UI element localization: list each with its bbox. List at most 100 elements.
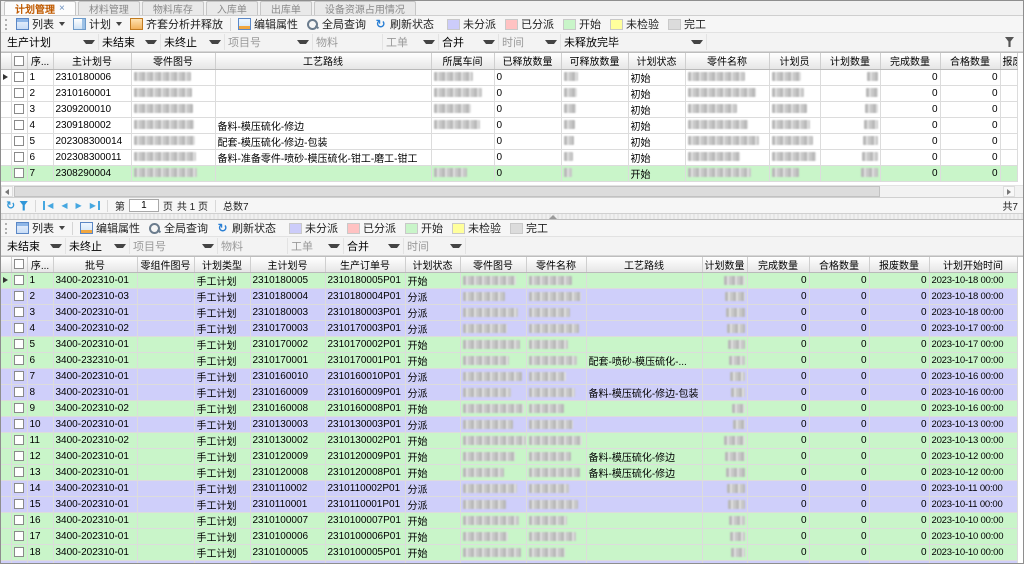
edit-button[interactable]: 编辑属性 (234, 16, 302, 32)
filter-combo-5[interactable]: 合并 (344, 238, 404, 254)
checkbox[interactable] (14, 88, 24, 98)
row-checkbox[interactable] (11, 101, 27, 117)
row-checkbox[interactable] (11, 117, 27, 133)
select-all-checkbox[interactable] (14, 259, 24, 269)
checkbox[interactable] (14, 387, 24, 397)
table-row[interactable]: 5202308300014配套-模压硫化-修边-包装0初始00 (1, 133, 1017, 149)
refresh-button[interactable]: 刷新状态 (212, 220, 280, 236)
table-row[interactable]: 173400-202310-01手工计划23101000062310100006… (1, 529, 1017, 545)
table-row[interactable]: 183400-202310-01手工计划23101000052310100005… (1, 545, 1017, 561)
column-header-11[interactable]: 完成数量 (747, 257, 809, 273)
table-row[interactable]: 133400-202310-01手工计划23101200082310120008… (1, 465, 1017, 481)
row-checkbox[interactable] (11, 69, 27, 85)
checkbox[interactable] (14, 72, 24, 82)
filter-combo-0[interactable]: 未结束 (4, 238, 66, 254)
pager-filter-icon[interactable] (19, 201, 28, 211)
select-all-header[interactable] (11, 257, 27, 273)
checkbox[interactable] (14, 275, 24, 285)
row-checkbox[interactable] (11, 305, 27, 321)
column-header-12[interactable]: 合格数量 (940, 53, 1000, 69)
table-row[interactable]: 143400-202310-01手工计划23101100022310110002… (1, 481, 1017, 497)
filter-combo-1[interactable]: 未终止 (66, 238, 130, 254)
table-row[interactable]: 23400-202310-03手工计划23101800042310180004P… (1, 289, 1017, 305)
column-header-7[interactable]: 计划状态 (628, 53, 685, 69)
row-checkbox[interactable] (11, 385, 27, 401)
checkbox[interactable] (14, 419, 24, 429)
checkbox[interactable] (14, 355, 24, 365)
table-row[interactable]: 193400-202310-01手工计划23100900022310090002… (1, 561, 1017, 564)
scroll-right-button[interactable] (1003, 186, 1015, 197)
filter-combo-2[interactable]: 未终止 (161, 34, 225, 50)
select-all-checkbox[interactable] (14, 56, 24, 66)
column-header-4[interactable]: 所属车间 (431, 53, 494, 69)
row-checkbox[interactable] (11, 165, 27, 181)
scrollbar-thumb[interactable] (14, 186, 880, 197)
checkbox[interactable] (14, 499, 24, 509)
row-checkbox[interactable] (11, 273, 27, 289)
table-row[interactable]: 93400-202310-02手工计划23101600082310160008P… (1, 401, 1017, 417)
checkbox[interactable] (14, 483, 24, 493)
column-header-10[interactable]: 计划数量 (820, 53, 880, 69)
column-header-8[interactable]: 零件名称 (526, 257, 586, 273)
tab-0[interactable]: 计划管理× (4, 1, 76, 15)
table-row[interactable]: 83400-202310-01手工计划23101600092310160009P… (1, 385, 1017, 401)
column-header-10[interactable]: 计划数量 (702, 257, 747, 273)
row-checkbox[interactable] (11, 289, 27, 305)
table-row[interactable]: 53400-202310-01手工计划23101700022310170002P… (1, 337, 1017, 353)
table-row[interactable]: 113400-202310-02手工计划23101300022310130002… (1, 433, 1017, 449)
table-row[interactable]: 42309180002备料-模压硫化-修边0初始00 (1, 117, 1017, 133)
panel-splitter[interactable] (1, 213, 1023, 220)
column-header-12[interactable]: 合格数量 (809, 257, 869, 273)
checkbox[interactable] (14, 531, 24, 541)
row-checkbox[interactable] (11, 529, 27, 545)
column-header-8[interactable]: 零件名称 (685, 53, 769, 69)
list-button[interactable]: 列表 (12, 220, 69, 236)
edit-button[interactable]: 编辑属性 (76, 220, 144, 236)
row-checkbox[interactable] (11, 545, 27, 561)
row-checkbox[interactable] (11, 417, 27, 433)
filter-combo-3[interactable]: 项目号 (225, 34, 313, 50)
checkbox[interactable] (14, 104, 24, 114)
filter-combo-0[interactable]: 生产计划 (4, 34, 99, 50)
first-page-button[interactable]: ◀ (43, 201, 55, 210)
checkbox[interactable] (14, 120, 24, 130)
column-header-9[interactable]: 计划员 (769, 53, 820, 69)
filter-combo-8[interactable]: 未释放完毕 (561, 34, 707, 50)
column-header-1[interactable]: 主计划号 (53, 53, 131, 69)
horizontal-scrollbar[interactable] (1, 185, 1023, 197)
row-checkbox[interactable] (11, 497, 27, 513)
next-page-button[interactable]: ▶ (74, 201, 84, 210)
table-row[interactable]: 43400-202310-02手工计划23101700032310170003P… (1, 321, 1017, 337)
table-row[interactable]: 33400-202310-01手工计划23101800032310180003P… (1, 305, 1017, 321)
checkbox[interactable] (14, 291, 24, 301)
checkbox[interactable] (14, 467, 24, 477)
table-row[interactable]: 73400-202310-01手工计划23101600102310160010P… (1, 369, 1017, 385)
checkbox[interactable] (14, 323, 24, 333)
column-header-9[interactable]: 工艺路线 (586, 257, 702, 273)
column-header-0[interactable]: 序... (27, 257, 53, 273)
column-header-3[interactable]: 计划类型 (194, 257, 250, 273)
filter-combo-2[interactable]: 项目号 (130, 238, 218, 254)
table-row[interactable]: 6202308300011备料-准备零件-喷砂-模压硫化-钳工-磨工-钳工0初始… (1, 149, 1017, 165)
filter-combo-7[interactable]: 时间 (499, 34, 561, 50)
table-row[interactable]: 323092000100初始00 (1, 101, 1017, 117)
checkbox[interactable] (14, 435, 24, 445)
tab-5[interactable]: 设备资源占用情况 (314, 1, 416, 15)
column-header-7[interactable]: 零件图号 (460, 257, 526, 273)
column-header-5[interactable]: 生产订单号 (325, 257, 405, 273)
close-icon[interactable]: × (59, 3, 65, 14)
column-header-5[interactable]: 已释放数量 (494, 53, 561, 69)
filter-funnel-icon[interactable] (1005, 37, 1014, 47)
checkbox[interactable] (14, 547, 24, 557)
checkbox[interactable] (14, 168, 24, 178)
list-button[interactable]: 列表 (12, 16, 69, 32)
row-checkbox[interactable] (11, 401, 27, 417)
row-checkbox[interactable] (11, 337, 27, 353)
checkbox[interactable] (14, 136, 24, 146)
column-header-0[interactable]: 序... (27, 53, 53, 69)
row-checkbox[interactable] (11, 433, 27, 449)
column-header-14[interactable]: 计划开始时间 (929, 257, 1017, 273)
checkbox[interactable] (14, 403, 24, 413)
filter-combo-4[interactable]: 工单 (288, 238, 344, 254)
row-checkbox[interactable] (11, 353, 27, 369)
